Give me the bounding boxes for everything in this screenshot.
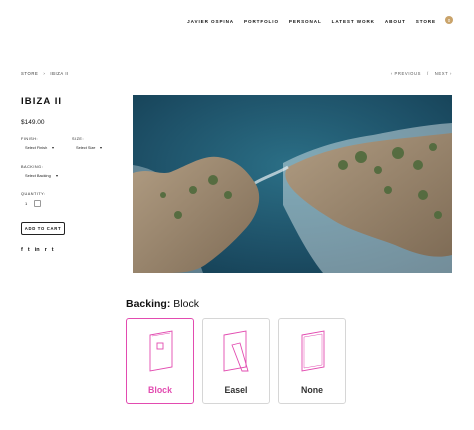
next-link[interactable]: NEXT › [435,71,452,76]
quantity-label: QUANTITY: [21,192,46,196]
tumblr-icon[interactable]: t [52,247,54,253]
backing-label: BACKING: [21,165,44,169]
facebook-icon[interactable]: f [21,247,23,253]
backing-option-block-label: Block [148,385,172,395]
nav-store[interactable]: STORE [416,19,436,24]
quantity-stepper: 1 [21,200,42,207]
backing-heading: Backing: Block [126,298,199,310]
product-photo[interactable] [133,95,452,273]
backing-option-none-label: None [301,385,323,395]
block-backing-icon [149,330,173,372]
aerial-coast-image [133,95,452,273]
backing-option-easel[interactable]: Easel [202,318,270,404]
cart-badge-icon[interactable]: 0 [445,16,453,24]
breadcrumb: STORE › IBIZA II [21,71,69,76]
breadcrumb-store[interactable]: STORE [21,71,38,76]
nav-portfolio[interactable]: PORTFOLIO [244,19,279,24]
product-title: IBIZA II [21,96,63,107]
previous-link[interactable]: ‹ PREVIOUS [391,71,421,76]
backing-heading-selected: Block [173,298,199,310]
backing-option-none[interactable]: None [278,318,346,404]
finish-select[interactable]: Select Finish [25,145,55,150]
reddit-icon[interactable]: r [45,247,47,253]
backing-select[interactable]: Select Backing [25,173,58,178]
product-pager: ‹ PREVIOUS / NEXT › [391,71,452,76]
chevron-down-icon [55,174,58,177]
size-label: SIZE: [72,137,84,141]
nav-latest-work[interactable]: LATEST WORK [332,19,375,24]
nav-about[interactable]: ABOUT [385,19,406,24]
backing-heading-label: Backing: [126,298,171,310]
backing-option-block[interactable]: Block [126,318,194,404]
twitter-icon[interactable]: t [28,247,30,253]
share-links: f t in r t [21,247,54,253]
chevron-down-icon [52,146,55,149]
no-backing-icon [301,330,325,372]
size-select-value: Select Size [76,145,96,150]
quantity-stepper-control[interactable] [34,200,42,207]
backing-option-easel-label: Easel [224,385,248,395]
nav-personal[interactable]: PERSONAL [289,19,322,24]
quantity-value[interactable]: 1 [25,201,27,206]
breadcrumb-separator: › [43,71,46,76]
size-select[interactable]: Select Size [76,145,103,150]
finish-label: FINISH: [21,137,39,141]
nav-home[interactable]: JAVIER OSPINA [187,19,234,24]
main-nav: JAVIER OSPINA PORTFOLIO PERSONAL LATEST … [177,19,436,24]
pager-separator: / [426,71,429,76]
product-price: $149.00 [21,119,45,126]
linkedin-icon[interactable]: in [35,247,40,253]
add-to-cart-button[interactable]: ADD TO CART [21,222,65,235]
easel-backing-icon [223,330,249,372]
finish-select-value: Select Finish [25,145,48,150]
breadcrumb-current: IBIZA II [50,71,69,76]
chevron-down-icon [100,146,103,149]
backing-select-value: Select Backing [25,173,51,178]
